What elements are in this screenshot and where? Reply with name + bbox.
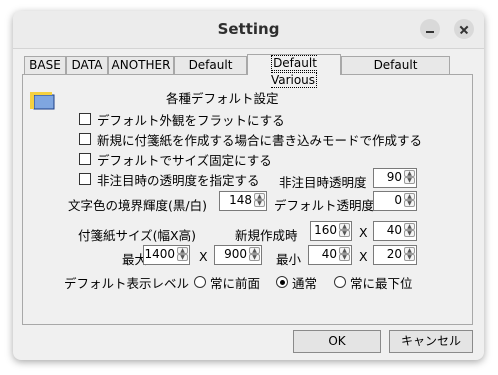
min-width-spinner[interactable]: 40 ▲ ▼ [308,245,352,265]
spin-up-icon[interactable]: ▲ [404,193,415,200]
checkbox-label: デフォルト外観をフラットにする [97,113,285,128]
tab-another[interactable]: ANOTHER [108,56,174,74]
ok-button[interactable]: OK [293,330,381,353]
radio-always-bottom[interactable] [334,276,346,288]
spinner-value: 1400 [144,247,175,261]
checkbox-label: 非注目時の透明度を指定する [97,173,260,188]
text-border-brightness-label: 文字色の境界輝度(黒/白) [68,198,207,213]
display-level-label: デフォルト表示レベル [64,276,190,291]
spin-down-icon[interactable]: ▼ [177,254,188,261]
text-border-brightness-spinner[interactable]: 148 ▲ ▼ [219,191,267,211]
close-icon[interactable] [454,19,474,39]
new-size-label: 新規作成時 [235,228,298,243]
section-title: 各種デフォルト設定 [166,91,279,106]
spin-down-icon[interactable]: ▼ [404,230,415,237]
radio-label: 通常 [292,276,318,291]
spinner-value: 40 [386,223,402,237]
spin-down-icon[interactable]: ▼ [404,200,415,207]
spin-down-icon[interactable]: ▼ [249,254,260,261]
tab-base[interactable]: BASE [24,56,66,74]
tab-default-link[interactable]: Default Link [174,56,247,89]
tab-label: ANOTHER [111,58,171,72]
radio-always-front[interactable] [194,276,206,288]
spin-up-icon[interactable]: ▲ [249,247,260,254]
size-separator: X [199,249,208,264]
size-separator: X [359,249,368,264]
size-separator: X [359,225,368,240]
spin-up-icon[interactable]: ▲ [339,223,350,230]
tab-label: BASE [29,58,61,72]
inactive-opacity-label: 非注目時透明度 [279,175,367,190]
spin-down-icon[interactable]: ▼ [404,177,415,184]
spin-down-icon[interactable]: ▼ [254,200,265,207]
max-width-spinner[interactable]: 1400 ▲ ▼ [143,245,190,265]
tab-default-various[interactable]: Default Various [247,54,341,88]
tab-data[interactable]: DATA [66,56,108,74]
tab-label: DATA [71,58,103,72]
spinner-value: 90 [386,170,402,184]
spin-up-icon[interactable]: ▲ [254,193,265,200]
min-height-spinner[interactable]: 20 ▲ ▼ [373,245,417,265]
tab-default-font-color[interactable]: Default Font/Color [341,56,450,89]
title-bar: Setting [13,11,484,49]
cancel-button[interactable]: キャンセル [389,330,473,353]
spinner-value: 0 [394,193,402,207]
inactive-opacity-checkbox[interactable] [79,173,91,185]
default-opacity-label: デフォルト透明度 [274,198,375,213]
spinner-value: 40 [321,247,337,261]
tab-label: Default Various [270,55,318,88]
default-opacity-spinner[interactable]: 0 ▲ ▼ [373,191,417,211]
spinner-value: 900 [224,247,247,261]
max-height-spinner[interactable]: 900 ▲ ▼ [214,245,262,265]
radio-label: 常に最下位 [350,276,413,291]
spinner-value: 160 [314,223,337,237]
min-size-label: 最小 [276,252,302,267]
spin-up-icon[interactable]: ▲ [177,247,188,254]
radio-normal[interactable] [276,276,288,288]
spin-up-icon[interactable]: ▲ [404,223,415,230]
spinner-value: 20 [386,247,402,261]
spin-up-icon[interactable]: ▲ [404,170,415,177]
radio-label: 常に前面 [210,276,261,291]
window-title: Setting [217,20,280,38]
spin-up-icon[interactable]: ▲ [404,247,415,254]
new-height-spinner[interactable]: 40 ▲ ▼ [373,221,417,241]
inactive-opacity-spinner[interactable]: 90 ▲ ▼ [373,168,417,188]
note-icon [30,92,55,110]
spinner-value: 148 [229,193,252,207]
new-width-spinner[interactable]: 160 ▲ ▼ [310,221,352,241]
fixed-size-checkbox[interactable] [79,153,91,165]
write-mode-checkbox[interactable] [79,133,91,145]
spin-down-icon[interactable]: ▼ [339,230,350,237]
checkbox-label: デフォルトでサイズ固定にする [97,153,272,168]
flat-appearance-checkbox[interactable] [79,113,91,125]
note-size-label: 付箋紙サイズ(幅X高) [78,228,196,243]
spin-up-icon[interactable]: ▲ [339,247,350,254]
spin-down-icon[interactable]: ▼ [339,254,350,261]
checkbox-label: 新規に付箋紙を作成する場合に書き込みモードで作成する [97,133,423,148]
spin-down-icon[interactable]: ▼ [404,254,415,261]
minimize-icon[interactable] [420,19,440,39]
